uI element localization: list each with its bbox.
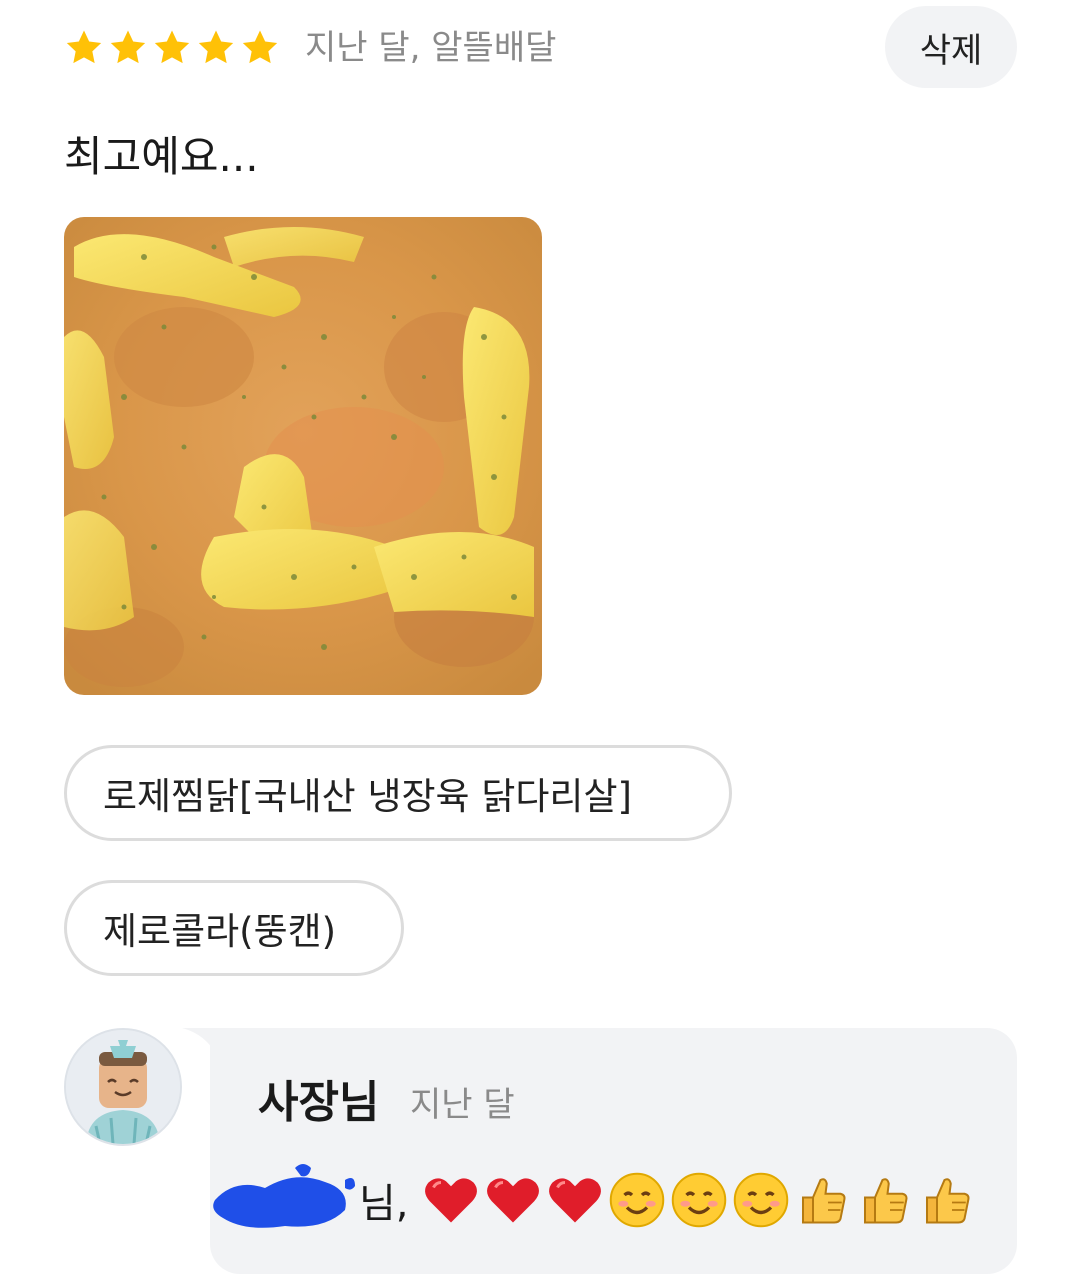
heart-icon (483, 1170, 543, 1230)
owner-reply-content: 님, (205, 1150, 977, 1250)
heart-icon (421, 1170, 481, 1230)
thumbs-up-icon (855, 1170, 915, 1230)
redacted-name-scribble (213, 1164, 355, 1228)
heart-icon (545, 1170, 605, 1230)
rating-stars (64, 28, 280, 68)
review-photo[interactable] (64, 217, 542, 695)
food-photo-image (64, 217, 542, 695)
thumbs-up-icon (917, 1170, 977, 1230)
thumbs-up-icon (793, 1170, 853, 1230)
review-meta: 지난 달, 알뜰배달 (305, 28, 557, 68)
menu-chip-zero-cola[interactable]: 제로콜라(뚱캔) (64, 880, 404, 976)
star-icon (242, 30, 278, 64)
review-text: 최고예요... (64, 132, 259, 181)
star-icon (154, 30, 190, 64)
owner-avatar (64, 1028, 182, 1146)
smiling-face-icon (607, 1170, 667, 1230)
owner-reply-text: 님, (359, 1181, 409, 1227)
star-icon (198, 30, 234, 64)
smiling-face-icon (731, 1170, 791, 1230)
owner-reply-time: 지난 달 (410, 1085, 515, 1125)
menu-chip-rose-jjimdak[interactable]: 로제찜닭[국내산 냉장육 닭다리살] (64, 745, 732, 841)
owner-name: 사장님 (258, 1077, 380, 1128)
star-icon (110, 30, 146, 64)
star-icon (66, 30, 102, 64)
owner-character-icon (66, 1030, 180, 1144)
delete-button[interactable]: 삭제 (885, 6, 1017, 88)
smiling-face-icon (669, 1170, 729, 1230)
